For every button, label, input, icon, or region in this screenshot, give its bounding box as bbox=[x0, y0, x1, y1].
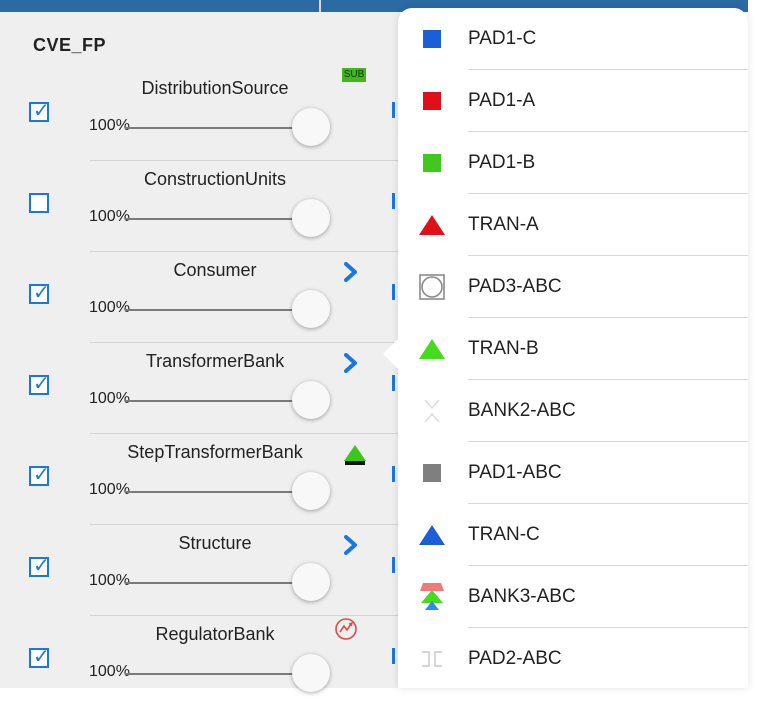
layer-checkbox[interactable] bbox=[29, 193, 49, 213]
opacity-slider-thumb[interactable] bbox=[292, 381, 330, 419]
opacity-value: 100% bbox=[89, 390, 130, 407]
legend-item: PAD2-ABC bbox=[398, 628, 748, 690]
legend-item: PAD1-ABC bbox=[398, 442, 748, 504]
legend-label: PAD1-B bbox=[468, 152, 536, 173]
opacity-value: 100% bbox=[89, 117, 130, 134]
regulator-icon bbox=[335, 618, 357, 640]
opacity-slider-thumb[interactable] bbox=[292, 108, 330, 146]
legend-item: PAD1-C bbox=[398, 8, 748, 70]
opacity-slider-track[interactable] bbox=[125, 491, 310, 493]
opacity-slider-track[interactable] bbox=[125, 127, 310, 129]
blue-square-icon bbox=[423, 30, 441, 48]
layer-name: Structure bbox=[178, 533, 252, 553]
layer-row-steptransformerbank: ✓ StepTransformerBank 100% bbox=[0, 434, 400, 525]
stacked-triangles-icon bbox=[420, 583, 444, 610]
layer-row-regulatorbank: ✓ RegulatorBank 100% bbox=[0, 616, 400, 707]
checkmark-icon: ✓ bbox=[33, 373, 50, 395]
symbol-legend-popover: PAD1-C PAD1-A PAD1-B TRAN-A PAD3-ABC TRA… bbox=[398, 8, 748, 688]
circle-in-square-icon bbox=[419, 274, 445, 300]
opacity-value: 100% bbox=[89, 663, 130, 680]
legend-item: TRAN-A bbox=[398, 194, 748, 256]
layer-row-constructionunits: ConstructionUnits 100% bbox=[0, 161, 400, 252]
chevron-right-icon[interactable] bbox=[343, 262, 359, 282]
step-transformer-icon bbox=[344, 445, 366, 465]
legend-item: PAD1-B bbox=[398, 132, 748, 194]
red-triangle-icon bbox=[419, 215, 445, 235]
opacity-slider-track[interactable] bbox=[125, 582, 310, 584]
layer-checkbox[interactable]: ✓ bbox=[29, 100, 50, 122]
legend-label: TRAN-A bbox=[468, 214, 539, 235]
gray-square-icon bbox=[423, 464, 441, 482]
legend-label: PAD1-A bbox=[468, 90, 536, 111]
opacity-value: 100% bbox=[89, 299, 130, 316]
checkmark-icon: ✓ bbox=[33, 100, 50, 122]
layer-checkbox[interactable]: ✓ bbox=[29, 555, 50, 577]
legend-item: PAD1-A bbox=[398, 70, 748, 132]
opacity-slider-thumb[interactable] bbox=[292, 472, 330, 510]
opacity-slider-track[interactable] bbox=[125, 673, 310, 675]
chevron-right-icon[interactable] bbox=[343, 535, 359, 555]
opacity-value: 100% bbox=[89, 572, 130, 589]
opacity-slider-track[interactable] bbox=[125, 309, 310, 311]
layer-row-consumer: ✓ Consumer 100% bbox=[0, 252, 400, 343]
legend-label: BANK3-ABC bbox=[468, 586, 576, 607]
legend-label: TRAN-B bbox=[468, 338, 539, 359]
sub-badge: SUB bbox=[342, 68, 366, 82]
layer-name: Consumer bbox=[173, 260, 257, 280]
opacity-value: 100% bbox=[89, 208, 130, 225]
checkmark-icon: ✓ bbox=[33, 282, 50, 304]
layer-checkbox[interactable]: ✓ bbox=[29, 373, 50, 395]
checkmark-icon: ✓ bbox=[33, 646, 50, 668]
layer-name: RegulatorBank bbox=[155, 624, 275, 644]
chevrons-icon bbox=[424, 399, 440, 423]
legend-label: PAD1-C bbox=[468, 28, 537, 49]
layer-panel: CVE_FP ✓ DistributionSource 100% SUB Con… bbox=[0, 12, 400, 692]
layer-row-structure: ✓ Structure 100% bbox=[0, 525, 400, 616]
opacity-slider-thumb[interactable] bbox=[292, 199, 330, 237]
layer-row-distributionsource: ✓ DistributionSource 100% SUB bbox=[0, 68, 400, 161]
red-square-icon bbox=[423, 92, 441, 110]
green-triangle-icon bbox=[419, 339, 445, 359]
popover-arrow bbox=[383, 338, 399, 370]
legend-label: BANK2-ABC bbox=[468, 400, 576, 421]
opacity-slider-track[interactable] bbox=[125, 400, 310, 402]
checkmark-icon: ✓ bbox=[33, 555, 50, 577]
layer-name: StepTransformerBank bbox=[127, 442, 303, 462]
legend-item: PAD3-ABC bbox=[398, 256, 748, 318]
opacity-slider-thumb[interactable] bbox=[292, 290, 330, 328]
legend-item: TRAN-B bbox=[398, 318, 748, 380]
legend-label: TRAN-C bbox=[468, 524, 540, 545]
opacity-slider-track[interactable] bbox=[125, 218, 310, 220]
brackets-icon bbox=[422, 651, 442, 667]
opacity-value: 100% bbox=[89, 481, 130, 498]
legend-label: PAD3-ABC bbox=[468, 276, 562, 297]
opacity-slider-thumb[interactable] bbox=[292, 563, 330, 601]
green-square-icon bbox=[423, 154, 441, 172]
layer-checkbox[interactable]: ✓ bbox=[29, 282, 50, 304]
panel-title: CVE_FP bbox=[33, 35, 107, 55]
checkmark-icon: ✓ bbox=[33, 464, 50, 486]
legend-item: BANK3-ABC bbox=[398, 566, 748, 628]
layer-row-transformerbank: ✓ TransformerBank 100% bbox=[0, 343, 400, 434]
chevron-right-icon[interactable] bbox=[343, 353, 359, 373]
layer-name: TransformerBank bbox=[145, 351, 285, 371]
layer-checkbox[interactable]: ✓ bbox=[29, 646, 50, 668]
legend-item: BANK2-ABC bbox=[398, 380, 748, 442]
layer-name: DistributionSource bbox=[141, 78, 289, 98]
opacity-slider-thumb[interactable] bbox=[292, 654, 330, 692]
legend-label: PAD1-ABC bbox=[468, 462, 562, 483]
legend-label: PAD2-ABC bbox=[468, 648, 562, 669]
map-edge-strip bbox=[748, 0, 757, 688]
layer-checkbox[interactable]: ✓ bbox=[29, 464, 50, 486]
layer-name: ConstructionUnits bbox=[143, 169, 287, 189]
legend-item: TRAN-C bbox=[398, 504, 748, 566]
blue-triangle-icon bbox=[419, 525, 445, 545]
